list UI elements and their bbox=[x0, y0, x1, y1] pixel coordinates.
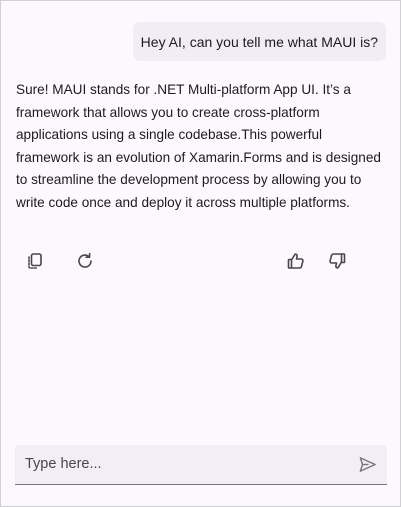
user-message-text: Hey AI, can you tell me what MAUI is? bbox=[140, 34, 378, 50]
thumbs-up-button[interactable] bbox=[284, 249, 308, 273]
thumbs-down-icon bbox=[329, 253, 346, 269]
copy-button[interactable] bbox=[23, 249, 47, 273]
ai-message: Sure! MAUI stands for .NET Multi-platfor… bbox=[16, 79, 386, 215]
send-button[interactable] bbox=[357, 454, 377, 474]
message-actions bbox=[1, 249, 400, 273]
regenerate-button[interactable] bbox=[73, 249, 97, 273]
ai-message-text: Sure! MAUI stands for .NET Multi-platfor… bbox=[16, 82, 381, 210]
regenerate-icon bbox=[78, 252, 92, 268]
message-composer bbox=[15, 445, 387, 485]
user-message-bubble: Hey AI, can you tell me what MAUI is? bbox=[132, 22, 386, 61]
chat-window: Hey AI, can you tell me what MAUI is? Su… bbox=[0, 0, 401, 507]
message-input[interactable] bbox=[25, 445, 345, 483]
thumbs-up-icon bbox=[287, 253, 304, 269]
thumbs-down-button[interactable] bbox=[325, 249, 349, 273]
send-icon bbox=[359, 456, 376, 472]
copy-icon bbox=[28, 253, 42, 269]
